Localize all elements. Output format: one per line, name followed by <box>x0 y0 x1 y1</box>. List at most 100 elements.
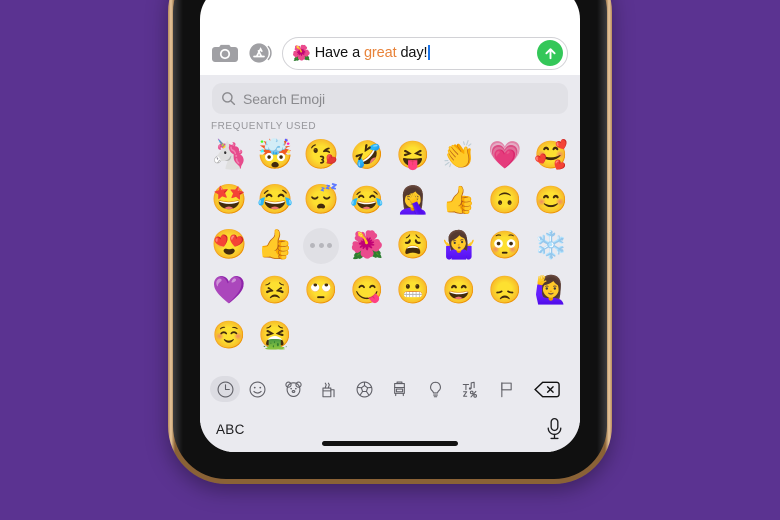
emoji-thumbs-up[interactable]: 👍 <box>436 178 482 223</box>
category-food-drink[interactable] <box>311 376 347 402</box>
emoji-woman-raising-hand-glyph: 🙋‍♀️ <box>534 275 568 305</box>
emoji-persevering-face[interactable]: 😣 <box>252 268 298 313</box>
category-frequently-used[interactable] <box>210 376 240 402</box>
microphone-icon[interactable] <box>545 417 564 441</box>
emoji-flushed-face-glyph: 😳 <box>488 230 522 260</box>
memoji-thumbs-up[interactable]: 👍 <box>252 223 298 268</box>
memoji-heart-eyes[interactable]: 😍 <box>206 223 252 268</box>
memoji-sleeping[interactable]: 😴 <box>298 178 344 223</box>
emoji-weary-face-glyph: 😩 <box>396 230 430 260</box>
emoji-face-savoring-food[interactable]: 😋 <box>344 268 390 313</box>
memoji-mind-blown-glyph: 🤯 <box>256 139 294 171</box>
emoji-hibiscus[interactable]: 🌺 <box>344 223 390 268</box>
category-flags[interactable] <box>489 376 525 402</box>
emoji-clapping-hands[interactable]: 👏 <box>436 133 482 178</box>
category-activity[interactable] <box>347 376 383 402</box>
memoji-tears-of-joy[interactable]: 😂 <box>252 178 298 223</box>
emoji-grinning-face-with-smiling-eyes[interactable]: 😄 <box>436 268 482 313</box>
emoji-weary-face[interactable]: 😩 <box>390 223 436 268</box>
search-icon <box>221 91 236 106</box>
backspace-key[interactable] <box>524 380 570 399</box>
memoji-tears-of-joy-glyph: 😂 <box>256 184 294 216</box>
message-compose-bar: 🌺 Have a great day! <box>200 31 580 75</box>
emoji-smiling-face-with-hearts-glyph: 🥰 <box>534 140 568 170</box>
send-arrow-up-icon <box>544 47 556 59</box>
emoji-hibiscus-glyph: 🌺 <box>350 230 384 260</box>
emoji-face-with-rolling-eyes-glyph: 🙄 <box>304 275 338 305</box>
emoji-smiling-face-with-smiling-eyes[interactable]: 😊 <box>528 178 574 223</box>
emoji-grinning-face-with-smiling-eyes-glyph: 😄 <box>442 275 476 305</box>
emoji-rolling-on-the-floor-laughing[interactable]: 🤣 <box>344 133 390 178</box>
memoji-mind-blown[interactable]: 🤯 <box>252 133 298 178</box>
emoji-growing-heart[interactable]: 💗 <box>482 133 528 178</box>
emoji-face-with-rolling-eyes[interactable]: 🙄 <box>298 268 344 313</box>
category-objects[interactable] <box>418 376 454 402</box>
emoji-smiling-face-with-smiling-eyes-glyph: 😊 <box>534 185 568 215</box>
search-input[interactable]: Search Emoji <box>212 83 568 114</box>
clock-icon <box>216 380 235 399</box>
message-emoji: 🌺 <box>292 44 311 62</box>
emoji-woman-facepalming[interactable]: 🤦‍♀️ <box>390 178 436 223</box>
emoji-squinting-face-with-tongue-glyph: 😝 <box>396 140 430 170</box>
message-input-field[interactable]: 🌺 Have a great day! <box>282 36 568 70</box>
emoji-purple-heart[interactable]: 💜 <box>206 268 252 313</box>
memoji-unicorn[interactable]: 🦄 <box>206 133 252 178</box>
memoji-sleeping-glyph: 😴 <box>302 184 340 216</box>
emoji-squinting-face-with-tongue[interactable]: 😝 <box>390 133 436 178</box>
category-symbols[interactable] <box>453 376 489 402</box>
emoji-search-row: Search Emoji <box>200 75 580 117</box>
phone-bezel: 🌺 Have a great day! Search Emoji FREQUEN… <box>173 0 607 479</box>
emoji-woman-shrugging-glyph: 🤷‍♀️ <box>442 230 476 260</box>
emoji-woman-raising-hand[interactable]: 🙋‍♀️ <box>528 268 574 313</box>
emoji-disappointed-face[interactable]: 😞 <box>482 268 528 313</box>
emoji-upside-down-face-glyph: 🙃 <box>488 185 522 215</box>
abc-key[interactable]: ABC <box>216 422 245 437</box>
emoji-grimacing-face[interactable]: 😬 <box>390 268 436 313</box>
emoji-growing-heart-glyph: 💗 <box>488 140 522 170</box>
phone-screen: 🌺 Have a great day! Search Emoji FREQUEN… <box>200 0 580 452</box>
flag-icon <box>497 380 516 399</box>
memoji-unicorn-glyph: 🦄 <box>210 139 248 171</box>
backspace-icon <box>534 380 560 399</box>
camera-icon[interactable] <box>212 43 238 63</box>
emoji-smiling-face[interactable]: ☺️ <box>206 313 252 358</box>
car-icon <box>390 380 409 399</box>
bear-icon <box>284 380 303 399</box>
memoji-thumbs-up-glyph: 👍 <box>256 229 294 261</box>
keyboard-bottom-bar: ABC <box>200 406 580 452</box>
section-header-frequently-used: FREQUENTLY USED <box>211 121 317 132</box>
home-indicator <box>322 441 458 446</box>
app-store-icon[interactable] <box>248 41 272 65</box>
emoji-smiling-face-with-hearts[interactable]: 🥰 <box>528 133 574 178</box>
message-text-after: day! <box>396 45 428 61</box>
emoji-face-vomiting[interactable]: 🤮 <box>252 313 298 358</box>
lightbulb-icon <box>426 380 445 399</box>
emoji-thumbs-up-glyph: 👍 <box>442 185 476 215</box>
emoji-snowflake[interactable]: ❄️ <box>528 223 574 268</box>
category-travel-places[interactable] <box>382 376 418 402</box>
category-animals-nature[interactable] <box>276 376 312 402</box>
emoji-smiling-face-glyph: ☺️ <box>212 320 246 350</box>
emoji-face-with-tears-of-joy-glyph: 😂 <box>350 185 384 215</box>
emoji-upside-down-face[interactable]: 🙃 <box>482 178 528 223</box>
emoji-flushed-face[interactable]: 😳 <box>482 223 528 268</box>
memoji-star-struck[interactable]: 🤩 <box>206 178 252 223</box>
memoji-blowing-kiss-glyph: 😘 <box>302 139 340 171</box>
emoji-face-with-tears-of-joy[interactable]: 😂 <box>344 178 390 223</box>
more-memoji-button[interactable] <box>298 223 344 268</box>
send-button[interactable] <box>537 40 563 66</box>
emoji-grid: 🦄 🤯 😘 🤣 😝 👏 💗 🥰 🤩 😂 😴 😂 🤦‍♀️ 👍 🙃 😊 😍 👍 🌺 😩 🤷‍♀️ 😳 ❄️ 💜 😣 🙄 😋 😬 😄 😞 🙋‍♀… <box>200 133 580 372</box>
message-text-before: Have a <box>314 45 364 61</box>
emoji-grimacing-face-glyph: 😬 <box>396 275 430 305</box>
text-caret <box>428 45 431 60</box>
emoji-purple-heart-glyph: 💜 <box>212 275 246 305</box>
emoji-woman-shrugging[interactable]: 🤷‍♀️ <box>436 223 482 268</box>
category-smileys-people[interactable] <box>240 376 276 402</box>
memoji-blowing-kiss[interactable]: 😘 <box>298 133 344 178</box>
search-placeholder: Search Emoji <box>243 90 326 107</box>
emoji-category-bar <box>200 372 580 406</box>
food-icon <box>319 380 338 399</box>
smiley-icon <box>248 380 267 399</box>
memoji-star-struck-glyph: 🤩 <box>210 184 248 216</box>
emoji-face-savoring-food-glyph: 😋 <box>350 275 384 305</box>
